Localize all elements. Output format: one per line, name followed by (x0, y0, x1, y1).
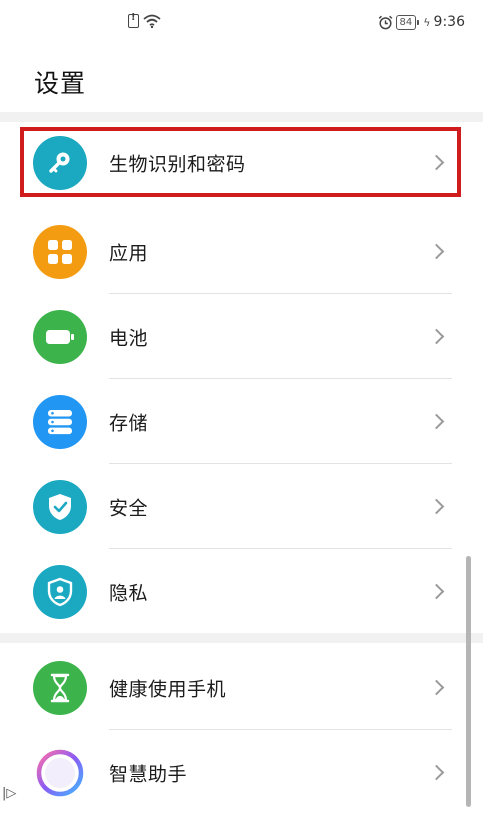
battery-icon (33, 309, 87, 364)
sim-alert-icon (128, 12, 139, 28)
hourglass-icon (33, 660, 87, 715)
settings-item-privacy[interactable]: 隐私 (0, 549, 462, 634)
settings-item-label: 生物识别和密码 (109, 153, 246, 175)
chevron-right-icon (428, 413, 445, 429)
status-time: 9:36 (433, 14, 465, 30)
settings-item-apps[interactable]: 应用 (0, 209, 462, 294)
chevron-right-icon (428, 498, 445, 514)
chevron-right-icon (428, 154, 445, 170)
assistant-orb-icon (33, 745, 87, 800)
settings-item-label: 隐私 (109, 582, 149, 604)
settings-item-security[interactable]: 安全 (0, 464, 462, 549)
scrollbar[interactable] (466, 556, 471, 807)
status-bar: 84 ϟ 9:36 (0, 0, 483, 48)
chevron-right-icon (428, 679, 445, 695)
section-separator (0, 633, 483, 643)
settings-item-label: 健康使用手机 (109, 678, 227, 700)
page-title: 设置 (34, 69, 87, 98)
battery-icon: 84 (395, 14, 419, 30)
status-right: 84 ϟ 9:36 (378, 14, 465, 30)
status-left (128, 12, 161, 28)
alarm-icon (378, 15, 392, 29)
settings-item-label: 应用 (109, 242, 149, 264)
chevron-right-icon (428, 764, 445, 780)
privacy-shield-icon (33, 564, 87, 619)
settings-item-label: 智慧助手 (109, 763, 188, 785)
chevron-right-icon (428, 583, 445, 599)
settings-item-battery[interactable]: 电池 (0, 294, 462, 379)
settings-item-digital-balance[interactable]: 健康使用手机 (0, 645, 462, 730)
storage-icon (33, 394, 87, 449)
settings-item-label: 电池 (109, 327, 149, 349)
shield-check-icon (33, 479, 87, 534)
chevron-right-icon (428, 328, 445, 344)
wifi-icon (143, 14, 161, 28)
settings-item-biometrics[interactable]: 生物识别和密码 (0, 120, 462, 205)
settings-item-smart-assistant[interactable]: 智慧助手 (0, 730, 462, 815)
nav-hint-icon: |▷ (2, 786, 17, 801)
key-icon (33, 135, 87, 190)
settings-item-storage[interactable]: 存储 (0, 379, 462, 464)
charging-icon: ϟ (423, 15, 431, 29)
chevron-right-icon (428, 243, 445, 259)
apps-grid-icon (33, 224, 87, 279)
settings-item-label: 存储 (109, 412, 149, 434)
settings-item-label: 安全 (109, 497, 149, 519)
